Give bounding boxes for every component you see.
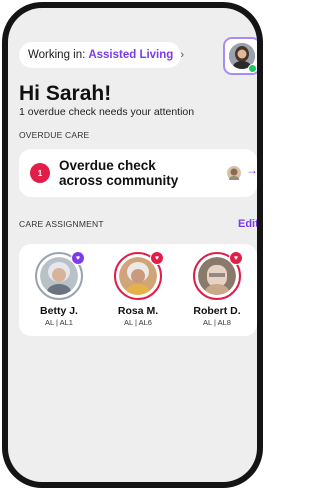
resident-unit: AL | AL6 (124, 318, 152, 327)
edit-care-button[interactable]: Edit (238, 218, 257, 230)
online-status-icon (248, 64, 257, 73)
working-in-value: Assisted Living (88, 49, 174, 61)
chevron-right-icon: › (180, 49, 184, 61)
greeting-title: Hi Sarah! (19, 82, 112, 105)
resident-card[interactable]: ♥ Rosa M. AL | AL6 (103, 251, 173, 327)
arrow-right-icon: → (246, 163, 257, 177)
resident-avatar: ♥ (193, 251, 243, 300)
resident-name: Robert D. (193, 305, 241, 317)
app-screen: Working in: Assisted Living › Hi Sarah! … (8, 8, 257, 482)
resident-card[interactable]: ♥ Robert D. AL | AL8 (182, 251, 252, 327)
resident-avatar: ♥ (35, 251, 85, 300)
resident-name: Betty J. (40, 305, 78, 317)
heart-icon: ♥ (71, 251, 85, 265)
resident-unit: AL | AL8 (203, 318, 231, 327)
community-selector[interactable]: Working in: Assisted Living › (19, 42, 184, 68)
greeting-subtitle: 1 overdue check needs your attention (19, 106, 195, 118)
phone-frame: Working in: Assisted Living › Hi Sarah! … (2, 2, 263, 488)
resident-avatar: ♥ (114, 251, 164, 300)
overdue-section-label: OVERDUE CARE (19, 130, 90, 140)
heart-icon: ♥ (150, 251, 164, 265)
resident-card[interactable]: ♥ Betty J. AL | AL1 (24, 251, 94, 327)
resident-name: Rosa M. (117, 305, 159, 317)
care-section-label: CARE ASSIGNMENT (19, 219, 104, 229)
overdue-check-card[interactable]: 1 Overdue check across community → (19, 149, 257, 197)
overdue-card-title: Overdue check across community (59, 158, 179, 188)
overdue-count-badge: 1 (30, 163, 50, 183)
heart-icon: ♥ (229, 251, 243, 265)
resident-mini-avatar-icon (227, 166, 241, 182)
resident-unit: AL | AL1 (45, 318, 73, 327)
working-in-label: Working in: (28, 49, 86, 61)
care-assignment-card: ♥ Betty J. AL | AL1 ♥ Rosa M. AL | AL6 ♥… (19, 244, 257, 336)
